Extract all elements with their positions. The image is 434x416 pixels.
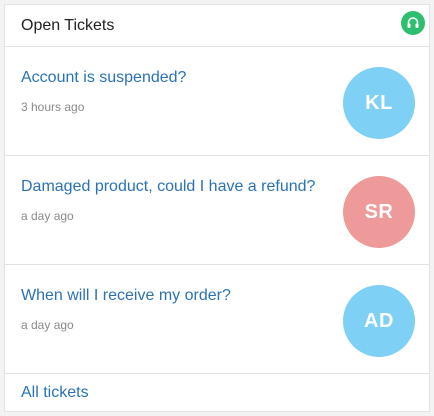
ticket-timestamp: 3 hours ago <box>21 100 85 114</box>
ticket-item[interactable]: Account is suspended? 3 hours ago KL <box>5 47 429 156</box>
ticket-item[interactable]: When will I receive my order? a day ago … <box>5 265 429 374</box>
all-tickets-link[interactable]: All tickets <box>21 384 89 402</box>
panel-title: Open Tickets <box>21 16 115 34</box>
avatar: AD <box>343 285 415 357</box>
open-tickets-panel: Open Tickets Account is suspended? 3 hou… <box>4 4 430 412</box>
ticket-title-link[interactable]: When will I receive my order? <box>21 287 231 305</box>
ticket-title-link[interactable]: Account is suspended? <box>21 69 186 87</box>
avatar: SR <box>343 176 415 248</box>
ticket-timestamp: a day ago <box>21 318 74 332</box>
avatar: KL <box>343 67 415 139</box>
ticket-item[interactable]: Damaged product, could I have a refund? … <box>5 156 429 265</box>
ticket-timestamp: a day ago <box>21 209 74 223</box>
panel-header: Open Tickets <box>5 5 429 47</box>
ticket-title-link[interactable]: Damaged product, could I have a refund? <box>21 178 315 196</box>
panel-footer: All tickets <box>5 374 429 412</box>
headset-icon[interactable] <box>401 11 425 35</box>
